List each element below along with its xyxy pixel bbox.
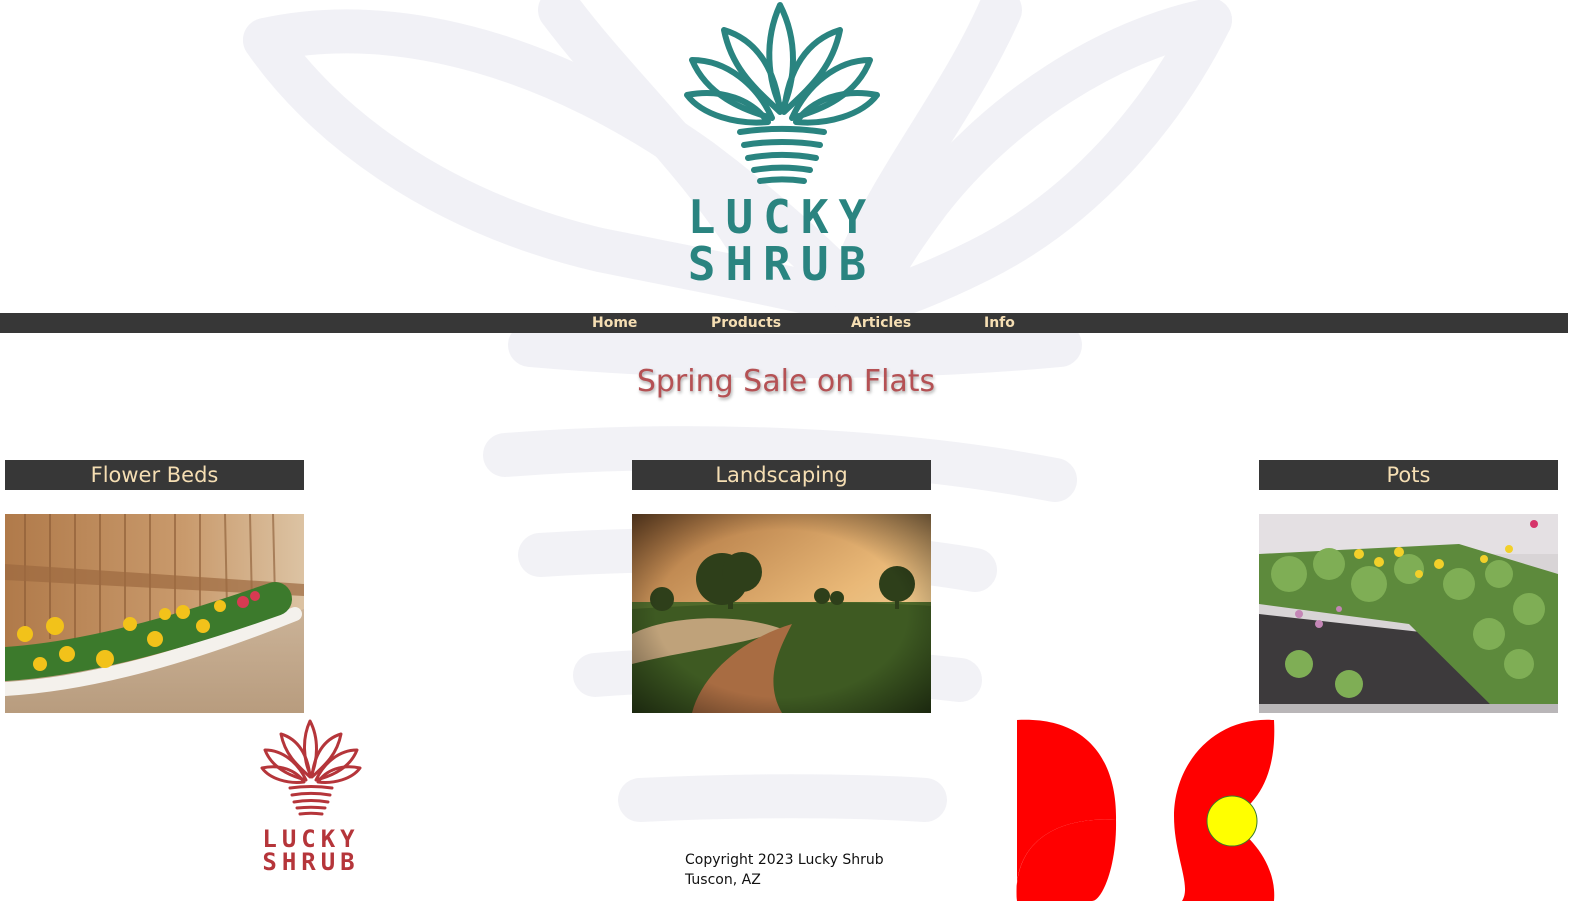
- nav-home-link[interactable]: Home: [592, 314, 637, 332]
- location-text: Tuscon, AZ: [685, 872, 761, 888]
- logo-text-line2: SHRUB: [688, 237, 876, 290]
- copyright-block: Copyright 2023 Lucky Shrub Tuscon, AZ: [685, 850, 945, 890]
- succulent-icon: LUCKY SHRUB: [260, 719, 362, 876]
- main-navbar: Home Products Articles Info: [0, 313, 1568, 333]
- card-heading-landscaping: Landscaping: [632, 460, 931, 490]
- flower-center-circle: [1206, 795, 1258, 847]
- logo-text-line1: LUCKY: [688, 190, 876, 244]
- footer-logo[interactable]: LUCKY SHRUB: [255, 718, 367, 876]
- page-title: Spring Sale on Flats: [636, 364, 936, 399]
- landscaping-photo[interactable]: [632, 514, 931, 713]
- copyright-text: Copyright 2023 Lucky Shrub: [685, 852, 884, 868]
- header-logo[interactable]: LUCKY SHRUB: [672, 0, 892, 291]
- footer-logo-text-line2: SHRUB: [262, 848, 359, 874]
- decorative-flower-art: [1012, 716, 1282, 901]
- nav-products-link[interactable]: Products: [711, 314, 781, 332]
- pots-photo[interactable]: [1259, 514, 1558, 713]
- nav-info-link[interactable]: Info: [984, 314, 1015, 332]
- succulent-icon: LUCKY SHRUB: [684, 2, 880, 291]
- card-heading-pots: Pots: [1259, 460, 1558, 490]
- nav-articles-link[interactable]: Articles: [851, 314, 911, 332]
- flower-beds-photo[interactable]: [5, 514, 304, 713]
- card-heading-flower-beds: Flower Beds: [5, 460, 304, 490]
